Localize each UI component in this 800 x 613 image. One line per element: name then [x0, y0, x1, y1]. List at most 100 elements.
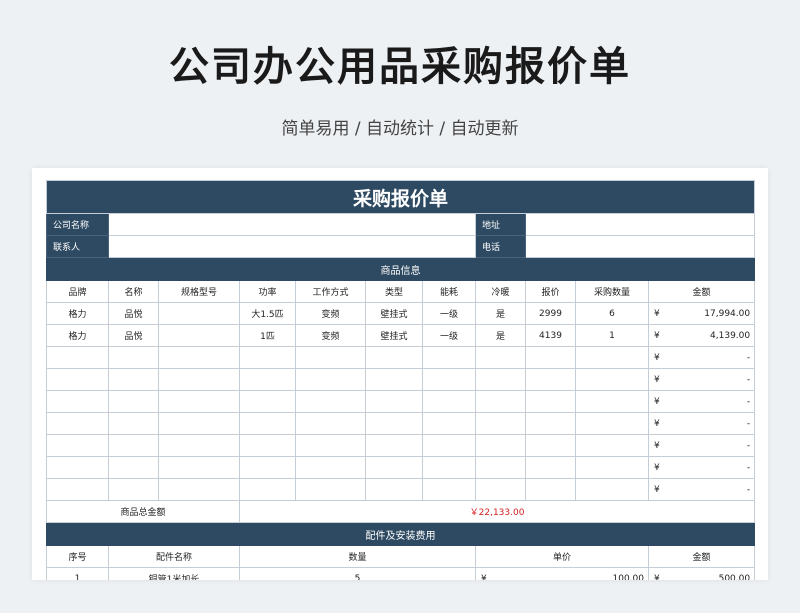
goods-cell-name[interactable] — [108, 346, 159, 369]
goods-cell-name[interactable] — [108, 412, 159, 435]
goods-cell-qty[interactable] — [575, 346, 649, 369]
goods-cell-name[interactable]: 品悦 — [108, 302, 159, 325]
goods-cell-spec[interactable] — [158, 302, 240, 325]
goods-cell-price[interactable] — [525, 456, 576, 479]
goods-cell-price[interactable] — [525, 434, 576, 457]
goods-cell-price[interactable] — [525, 368, 576, 391]
goods-cell-energy[interactable] — [422, 434, 476, 457]
goods-cell-energy[interactable] — [422, 456, 476, 479]
goods-cell-spec[interactable] — [158, 456, 240, 479]
goods-cell-energy[interactable] — [422, 368, 476, 391]
goods-cell-spec[interactable] — [158, 368, 240, 391]
parts-cell-name[interactable]: 铜管1米加长 — [108, 567, 240, 580]
goods-cell-type[interactable]: 壁挂式 — [365, 324, 423, 347]
goods-cell-name[interactable] — [108, 478, 159, 501]
goods-cell-mode[interactable]: 变频 — [295, 324, 366, 347]
goods-cell-spec[interactable] — [158, 390, 240, 413]
goods-cell-power[interactable] — [239, 346, 296, 369]
goods-cell-price[interactable] — [525, 390, 576, 413]
goods-cell-hc[interactable] — [475, 346, 526, 369]
goods-cell-brand[interactable] — [46, 478, 109, 501]
goods-cell-amount[interactable]: ¥ - — [647, 412, 756, 435]
parts-cell-price[interactable]: ¥100.00 — [475, 567, 649, 580]
goods-cell-name[interactable] — [108, 434, 159, 457]
goods-cell-brand[interactable]: 格力 — [46, 302, 109, 325]
goods-cell-mode[interactable] — [295, 456, 366, 479]
goods-cell-power[interactable]: 大1.5匹 — [239, 302, 296, 325]
goods-cell-energy[interactable] — [422, 390, 476, 413]
goods-cell-power[interactable] — [239, 390, 296, 413]
goods-cell-qty[interactable]: 1 — [575, 324, 649, 347]
goods-cell-energy[interactable] — [422, 346, 476, 369]
goods-cell-qty[interactable] — [575, 412, 649, 435]
goods-cell-brand[interactable] — [46, 456, 109, 479]
goods-cell-spec[interactable] — [158, 434, 240, 457]
goods-cell-type[interactable] — [365, 346, 423, 369]
goods-cell-hc[interactable]: 是 — [475, 302, 526, 325]
goods-cell-amount[interactable]: ¥ - — [647, 478, 756, 501]
goods-cell-name[interactable] — [108, 456, 159, 479]
goods-cell-amount[interactable]: ¥17,994.00 — [647, 302, 756, 325]
goods-cell-mode[interactable] — [295, 390, 366, 413]
goods-cell-spec[interactable] — [158, 346, 240, 369]
goods-cell-hc[interactable] — [475, 456, 526, 479]
contact-field[interactable] — [108, 235, 476, 258]
goods-cell-price[interactable]: 2999 — [525, 302, 576, 325]
goods-cell-amount[interactable]: ¥ - — [647, 434, 756, 457]
goods-cell-mode[interactable] — [295, 368, 366, 391]
goods-cell-power[interactable] — [239, 368, 296, 391]
goods-cell-mode[interactable] — [295, 346, 366, 369]
goods-cell-qty[interactable] — [575, 368, 649, 391]
goods-cell-hc[interactable] — [475, 478, 526, 501]
goods-cell-amount[interactable]: ¥ - — [647, 390, 756, 413]
goods-cell-hc[interactable] — [475, 412, 526, 435]
goods-cell-energy[interactable] — [422, 412, 476, 435]
goods-cell-mode[interactable]: 变频 — [295, 302, 366, 325]
goods-cell-amount[interactable]: ¥4,139.00 — [647, 324, 756, 347]
goods-cell-type[interactable] — [365, 390, 423, 413]
goods-cell-power[interactable] — [239, 434, 296, 457]
goods-cell-brand[interactable] — [46, 390, 109, 413]
goods-cell-power[interactable] — [239, 412, 296, 435]
goods-cell-qty[interactable] — [575, 478, 649, 501]
goods-cell-spec[interactable] — [158, 412, 240, 435]
goods-cell-mode[interactable] — [295, 434, 366, 457]
goods-cell-hc[interactable] — [475, 434, 526, 457]
goods-cell-name[interactable] — [108, 390, 159, 413]
goods-cell-brand[interactable] — [46, 434, 109, 457]
goods-cell-type[interactable] — [365, 434, 423, 457]
goods-cell-power[interactable] — [239, 478, 296, 501]
goods-cell-amount[interactable]: ¥ - — [647, 456, 756, 479]
parts-cell-qty[interactable]: 5 — [239, 567, 476, 580]
goods-cell-mode[interactable] — [295, 478, 366, 501]
goods-cell-amount[interactable]: ¥ - — [647, 346, 756, 369]
goods-cell-price[interactable] — [525, 412, 576, 435]
address-field[interactable] — [524, 213, 756, 236]
goods-cell-energy[interactable] — [422, 478, 476, 501]
goods-cell-spec[interactable] — [158, 324, 240, 347]
goods-cell-qty[interactable] — [575, 456, 649, 479]
goods-cell-name[interactable]: 品悦 — [108, 324, 159, 347]
goods-cell-type[interactable]: 壁挂式 — [365, 302, 423, 325]
goods-cell-brand[interactable]: 格力 — [46, 324, 109, 347]
company-name-field[interactable] — [108, 213, 476, 236]
goods-cell-type[interactable] — [365, 478, 423, 501]
goods-cell-name[interactable] — [108, 368, 159, 391]
goods-cell-energy[interactable]: 一级 — [422, 302, 476, 325]
goods-cell-type[interactable] — [365, 368, 423, 391]
goods-cell-hc[interactable] — [475, 390, 526, 413]
goods-cell-type[interactable] — [365, 412, 423, 435]
parts-cell-amount[interactable]: ¥500.00 — [647, 567, 756, 580]
goods-cell-hc[interactable]: 是 — [475, 324, 526, 347]
goods-cell-brand[interactable] — [46, 346, 109, 369]
goods-cell-brand[interactable] — [46, 368, 109, 391]
goods-cell-price[interactable] — [525, 346, 576, 369]
goods-cell-qty[interactable] — [575, 390, 649, 413]
parts-cell-no[interactable]: 1 — [46, 567, 109, 580]
goods-cell-power[interactable] — [239, 456, 296, 479]
goods-cell-amount[interactable]: ¥ - — [647, 368, 756, 391]
goods-cell-qty[interactable]: 6 — [575, 302, 649, 325]
goods-cell-mode[interactable] — [295, 412, 366, 435]
goods-cell-type[interactable] — [365, 456, 423, 479]
goods-cell-power[interactable]: 1匹 — [239, 324, 296, 347]
